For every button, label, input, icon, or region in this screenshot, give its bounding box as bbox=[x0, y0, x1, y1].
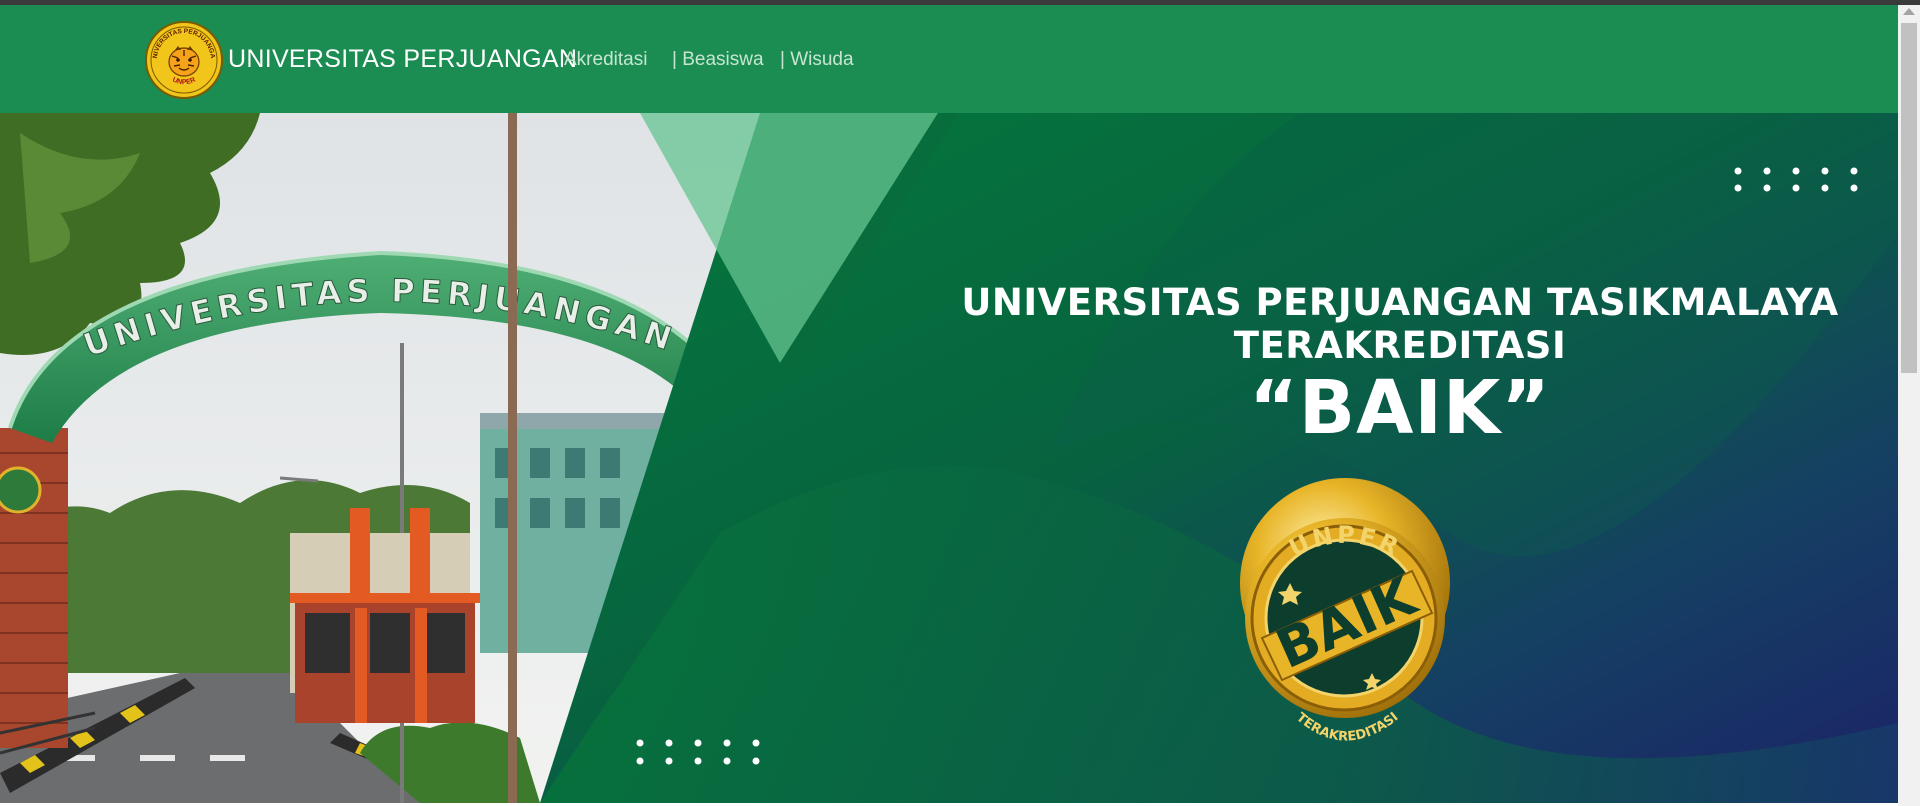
brand-link[interactable]: UNIVERSITAS PERJUANGAN bbox=[228, 45, 577, 74]
unper-logo-icon[interactable]: UNIVERSITAS PERJUANGAN UNPER bbox=[144, 20, 224, 100]
hero-title-line1: UNIVERSITAS PERJUANGAN TASIKMALAYA bbox=[961, 281, 1839, 324]
vertical-scrollbar[interactable] bbox=[1898, 5, 1920, 806]
nav-link-wisuda[interactable]: | Wisuda bbox=[780, 49, 854, 71]
scrollbar-thumb[interactable] bbox=[1901, 23, 1917, 373]
scroll-up-arrow-icon[interactable] bbox=[1903, 8, 1915, 15]
hero-title-line2: TERAKREDITASI bbox=[1233, 324, 1567, 367]
hero-banner[interactable]: UNIVERSITAS PERJUANGAN bbox=[0, 113, 1898, 803]
nav-link-beasiswa[interactable]: | Beasiswa bbox=[672, 49, 764, 71]
hero-image: UNIVERSITAS PERJUANGAN bbox=[0, 113, 1898, 803]
navbar: UNIVERSITAS PERJUANGAN UNPER UNIVERSITAS… bbox=[0, 5, 1898, 113]
hero-title-rating: “BAIK” bbox=[1249, 365, 1551, 451]
nav-link-akreditasi[interactable]: Akreditasi bbox=[564, 49, 647, 71]
